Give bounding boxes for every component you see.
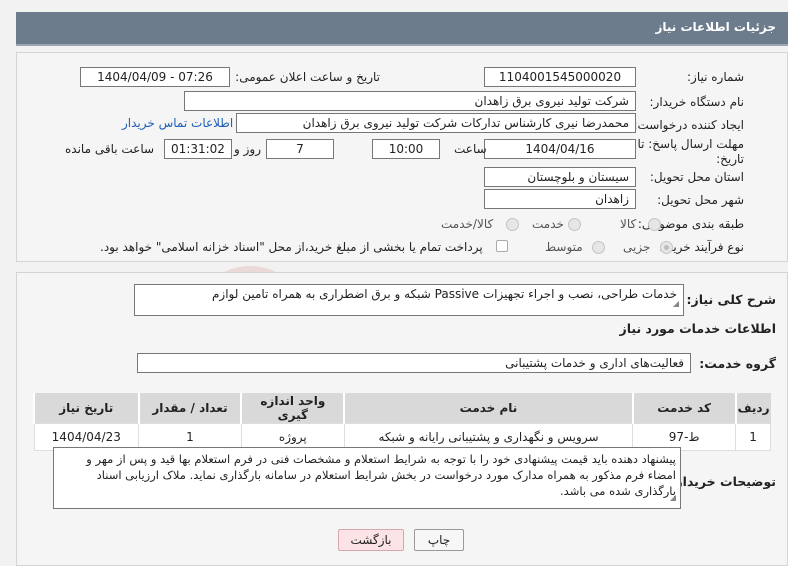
category-goods-service-radio[interactable] — [506, 218, 519, 231]
resize-handle-icon[interactable]: ◢ — [673, 295, 679, 313]
need-number-label: شماره نیاز: — [687, 70, 744, 84]
days-label: روز و — [234, 142, 261, 156]
deadline-label: مهلت ارسال پاسخ: تا — [637, 137, 744, 151]
category-goods-label: کالا — [620, 217, 637, 231]
category-goods-radio[interactable] — [648, 218, 661, 231]
col-quantity: تعداد / مقدار — [137, 393, 242, 424]
requester-label: ایجاد کننده درخواست: — [633, 118, 744, 132]
deadline-label-date: تاریخ: — [716, 152, 744, 166]
remaining-days-field[interactable]: 7 — [266, 139, 334, 159]
col-need-date: تاریخ نیاز — [33, 393, 139, 424]
category-service-label: خدمت — [532, 217, 564, 231]
category-goods-service-label: کالا/خدمت — [441, 217, 494, 231]
services-info-title: اطلاعات خدمات مورد نیاز — [619, 321, 777, 336]
city-field[interactable]: زاهدان — [484, 189, 636, 209]
purchase-type-medium-label: متوسط — [545, 240, 583, 254]
services-table-header: ردیف کد خدمت نام خدمت واحد اندازه گیری ت… — [33, 393, 771, 424]
buyer-org-label: نام دستگاه خریدار: — [649, 95, 745, 109]
announce-field[interactable]: 1404/04/09 - 07:26 — [80, 67, 230, 87]
service-group-label: گروه خدمت: — [699, 356, 776, 371]
service-group-field[interactable]: فعالیت‌های اداری و خدمات پشتیبانی — [137, 353, 691, 373]
need-number-field[interactable]: 1104001545000020 — [484, 67, 636, 87]
cell-row: 1 — [735, 423, 771, 451]
general-desc-text: خدمات طراحی، نصب و اجراء تجهیزات Passive… — [211, 287, 677, 301]
city-label: شهر محل تحویل: — [657, 193, 744, 207]
col-service-code: کد خدمت — [631, 393, 736, 424]
province-field[interactable]: سیستان و بلوچستان — [484, 167, 636, 187]
announce-label: تاریخ و ساعت اعلان عمومی: — [235, 70, 380, 84]
remaining-label: ساعت باقی مانده — [65, 142, 155, 156]
category-service-radio[interactable] — [568, 218, 581, 231]
treasury-payment-checkbox[interactable] — [496, 240, 508, 252]
purchase-type-minor-label: جزیی — [623, 240, 651, 254]
requester-field[interactable]: محمدرضا نیری کارشناس تدارکات شرکت تولید … — [236, 113, 636, 133]
buyer-org-field[interactable]: شرکت تولید نیروی برق زاهدان — [184, 91, 636, 111]
page-title: جزئیات اطلاعات نیاز — [655, 20, 776, 34]
col-unit: واحد اندازه گیری — [240, 393, 345, 424]
print-button[interactable]: چاپ — [414, 529, 464, 551]
purchase-type-minor-radio[interactable] — [660, 241, 673, 254]
back-button[interactable]: بازگشت — [338, 529, 404, 551]
col-service-name: نام خدمت — [343, 393, 633, 424]
deadline-date-field[interactable]: 1404/04/16 — [484, 139, 636, 159]
buyer-contact-link[interactable]: اطلاعات تماس خریدار — [122, 116, 233, 130]
services-table: ردیف کد خدمت نام خدمت واحد اندازه گیری ت… — [33, 393, 771, 451]
general-desc-field[interactable]: خدمات طراحی، نصب و اجراء تجهیزات Passive… — [134, 284, 684, 316]
col-row: ردیف — [734, 393, 771, 424]
general-desc-label: شرح کلی نیاز: — [686, 292, 776, 307]
purchase-type-medium-radio[interactable] — [592, 241, 605, 254]
province-label: استان محل تحویل: — [649, 170, 744, 184]
deadline-time-field[interactable]: 10:00 — [372, 139, 440, 159]
treasury-payment-note: پرداخت تمام یا بخشی از مبلغ خرید،از محل … — [100, 240, 483, 254]
buyer-notes-text: پیشنهاد دهنده باید قیمت پیشنهادی خود را … — [86, 452, 676, 498]
page-header: جزئیات اطلاعات نیاز — [16, 12, 788, 46]
resize-handle-icon[interactable]: ◢ — [670, 490, 676, 506]
remaining-time-field[interactable]: 01:31:02 — [164, 139, 232, 159]
buyer-notes-field[interactable]: پیشنهاد دهنده باید قیمت پیشنهادی خود را … — [53, 447, 681, 509]
deadline-time-label: ساعت — [454, 142, 487, 156]
buyer-notes-label: توضیحات خریدار: — [670, 474, 776, 489]
